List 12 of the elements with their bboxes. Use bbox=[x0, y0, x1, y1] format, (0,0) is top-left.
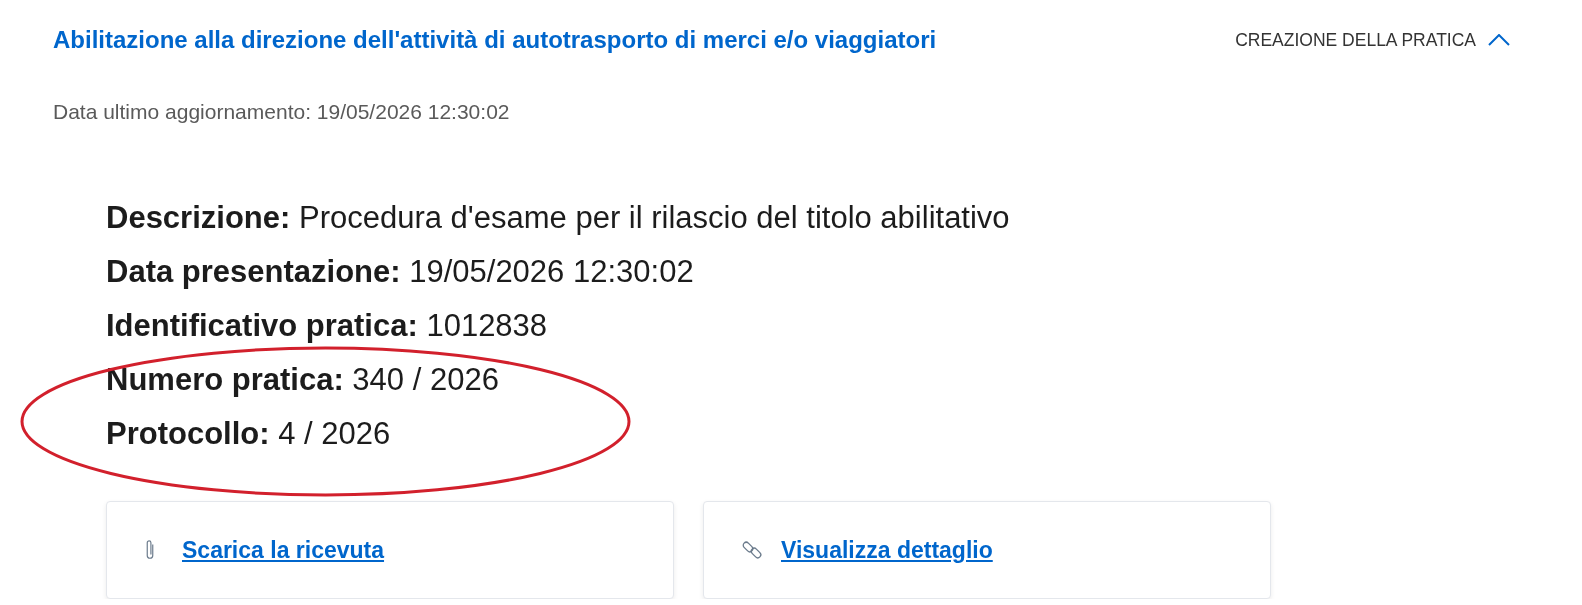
detail-row-text: Data presentazione: 19/05/2026 12:30:02 bbox=[106, 253, 694, 291]
detail-row-text: Numero pratica: 340 / 2026 bbox=[106, 361, 499, 399]
last-update-text: Data ultimo aggiornamento: 19/05/2026 12:30:02 bbox=[53, 99, 510, 125]
status-toggle-button[interactable]: CREAZIONE DELLA PRATICA bbox=[1235, 23, 1510, 57]
detail-row-text: Descrizione: Procedura d'esame per il rilascio del titolo abilitativo bbox=[106, 199, 1010, 237]
section-title: Abilitazione alla direzione dell'attività di autotrasporto di merci e/o viaggiatori bbox=[53, 25, 937, 55]
action-link[interactable]: Scarica la ricevuta bbox=[182, 532, 385, 568]
link-icon bbox=[741, 539, 763, 561]
detail-row-text: Identificativo pratica: 1012838 bbox=[106, 307, 548, 345]
action-link[interactable]: Visualizza dettaglio bbox=[781, 532, 993, 568]
detail-row-text: Protocollo: 4 / 2026 bbox=[106, 415, 391, 453]
paperclip-icon bbox=[144, 539, 156, 561]
